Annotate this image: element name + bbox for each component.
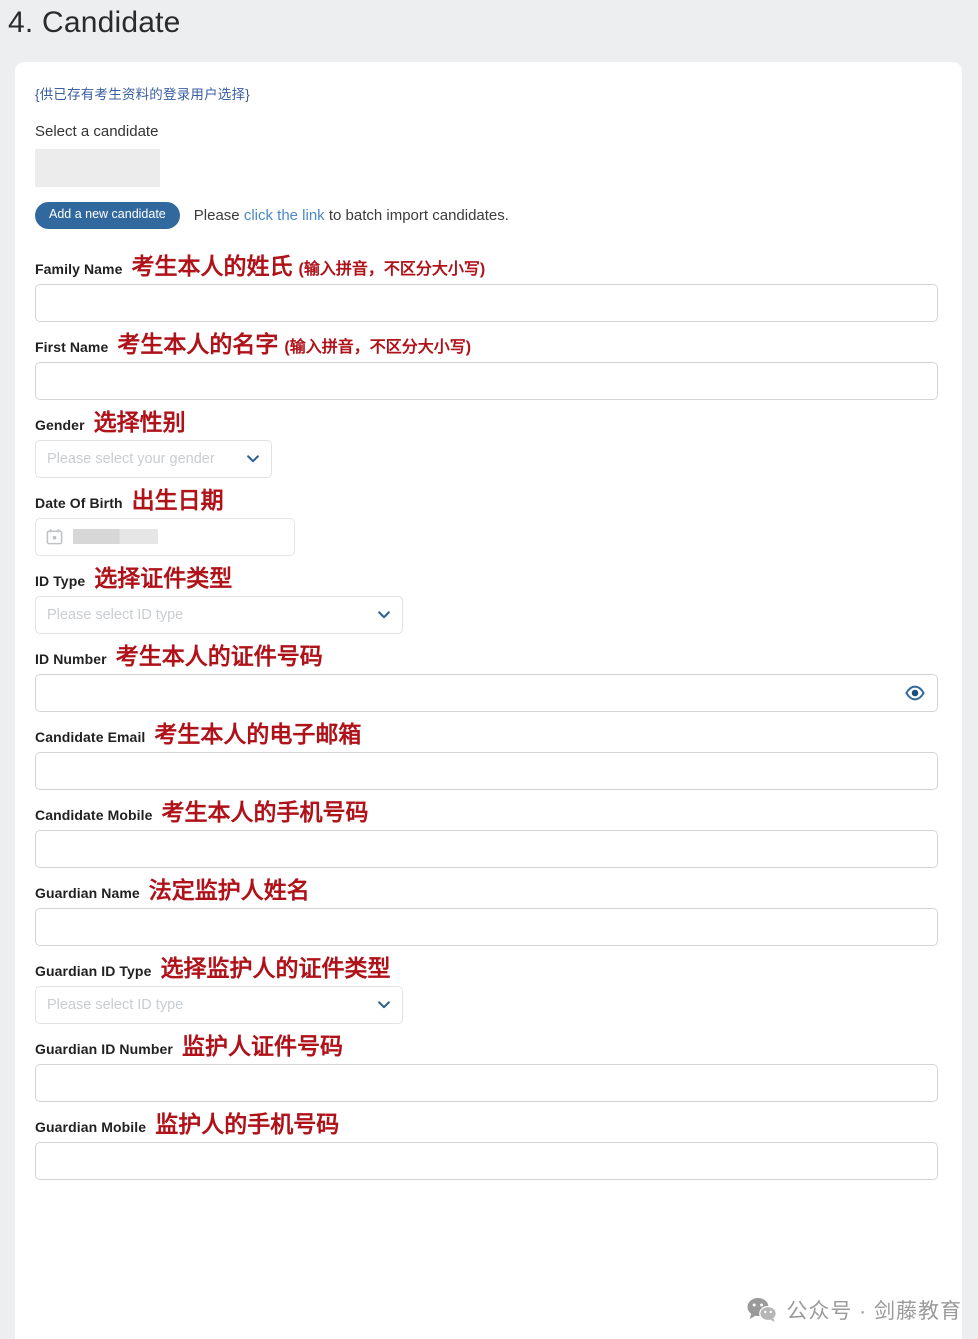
input-guardian-id-number[interactable] <box>35 1063 938 1102</box>
select-guardian-id-type[interactable]: Please select ID type <box>35 985 403 1024</box>
field-id-type: ID Type 选择证件类型 Please select ID type <box>35 564 942 634</box>
candidate-actions: Add a new candidate Please click the lin… <box>35 201 942 229</box>
label-row-guardian-id-type: Guardian ID Type 选择监护人的证件类型 <box>35 954 942 981</box>
annotation-family-name: 考生本人的姓氏 <box>131 252 293 279</box>
field-guardian-name: Guardian Name 法定监护人姓名 <box>35 876 942 946</box>
label-id-number: ID Number <box>35 650 107 667</box>
label-row-gender: Gender 选择性别 <box>35 408 942 435</box>
toggle-id-visibility-icon[interactable] <box>905 683 925 703</box>
label-first-name: First Name <box>35 338 109 355</box>
label-gender: Gender <box>35 416 85 433</box>
field-guardian-mobile: Guardian Mobile 监护人的手机号码 <box>35 1110 942 1180</box>
annotation-date-of-birth: 出生日期 <box>131 486 224 513</box>
hint-prefix: Please <box>193 206 244 224</box>
annotation-first-name: 考生本人的名字 <box>117 330 279 357</box>
field-first-name: First Name 考生本人的名字 (输入拼音，不区分大小写) <box>35 330 942 400</box>
add-new-candidate-button[interactable]: Add a new candidate <box>35 201 180 229</box>
input-first-name[interactable] <box>35 361 938 400</box>
label-row-family-name: Family Name 考生本人的姓氏 (输入拼音，不区分大小写) <box>35 252 942 279</box>
annotation-guardian-id-type: 选择监护人的证件类型 <box>160 954 391 981</box>
annotation-guardian-id-number: 监护人证件号码 <box>181 1032 343 1059</box>
field-candidate-mobile: Candidate Mobile 考生本人的手机号码 <box>35 798 942 868</box>
field-guardian-id-number: Guardian ID Number 监护人证件号码 <box>35 1032 942 1102</box>
date-input-date-of-birth[interactable] <box>35 517 295 556</box>
label-guardian-id-number: Guardian ID Number <box>35 1040 173 1057</box>
annotation-note-family-name: (输入拼音，不区分大小写) <box>298 260 486 278</box>
label-candidate-mobile: Candidate Mobile <box>35 806 153 823</box>
label-row-id-number: ID Number 考生本人的证件号码 <box>35 642 942 669</box>
annotation-id-number: 考生本人的证件号码 <box>115 642 323 669</box>
select-id-type[interactable]: Please select ID type <box>35 595 403 634</box>
field-guardian-id-type: Guardian ID Type 选择监护人的证件类型 Please select … <box>35 954 942 1024</box>
label-row-date-of-birth: Date Of Birth 出生日期 <box>35 486 942 513</box>
input-family-name[interactable] <box>35 283 938 322</box>
label-guardian-id-type: Guardian ID Type <box>35 962 152 979</box>
input-guardian-mobile[interactable] <box>35 1141 938 1180</box>
field-candidate-email: Candidate Email 考生本人的电子邮箱 <box>35 720 942 790</box>
label-guardian-name: Guardian Name <box>35 884 140 901</box>
candidate-select[interactable] <box>35 148 160 187</box>
label-family-name: Family Name <box>35 260 123 277</box>
field-family-name: Family Name 考生本人的姓氏 (输入拼音，不区分大小写) <box>35 252 942 322</box>
form-fields: Family Name 考生本人的姓氏 (输入拼音，不区分大小写) First Nam… <box>35 252 942 1180</box>
label-row-guardian-mobile: Guardian Mobile 监护人的手机号码 <box>35 1110 942 1137</box>
chinese-note: {供已存有考生资料的登录用户选择} <box>35 87 250 102</box>
batch-import-link[interactable]: click the link <box>244 207 325 224</box>
card-content: {供已存有考生资料的登录用户选择} Select a candidate Add… <box>15 62 962 1180</box>
label-candidate-email: Candidate Email <box>35 728 146 745</box>
date-value-redacted <box>73 529 158 545</box>
calendar-icon <box>46 529 63 545</box>
placeholder-gender: Please select your gender <box>47 450 215 467</box>
field-date-of-birth: Date Of Birth 出生日期 <box>35 486 942 556</box>
annotation-guardian-mobile: 监护人的手机号码 <box>155 1110 340 1137</box>
select-candidate-label: Select a candidate <box>35 122 159 140</box>
candidate-card: {供已存有考生资料的登录用户选择} Select a candidate Add… <box>15 62 962 1339</box>
label-row-candidate-mobile: Candidate Mobile 考生本人的手机号码 <box>35 798 942 825</box>
field-gender: Gender 选择性别 Please select your gender <box>35 408 942 478</box>
annotation-guardian-name: 法定监护人姓名 <box>148 876 310 903</box>
chevron-down-icon <box>247 454 259 462</box>
batch-import-hint: Please click the link to batch import ca… <box>194 207 509 224</box>
candidate-form-page: 4. Candidate {供已存有考生资料的登录用户选择} Select a … <box>0 0 978 1339</box>
label-row-candidate-email: Candidate Email 考生本人的电子邮箱 <box>35 720 942 747</box>
input-candidate-email[interactable] <box>35 751 938 790</box>
hint-suffix: to batch import candidates. <box>324 206 509 224</box>
annotation-candidate-email: 考生本人的电子邮箱 <box>154 720 362 747</box>
annotation-note-first-name: (输入拼音，不区分大小写) <box>284 338 472 356</box>
chevron-down-icon <box>378 1000 390 1008</box>
annotation-candidate-mobile: 考生本人的手机号码 <box>161 798 369 825</box>
label-row-first-name: First Name 考生本人的名字 (输入拼音，不区分大小写) <box>35 330 942 357</box>
label-id-type: ID Type <box>35 572 86 589</box>
field-id-number: ID Number 考生本人的证件号码 <box>35 642 942 712</box>
annotation-id-type: 选择证件类型 <box>94 564 233 591</box>
input-guardian-name[interactable] <box>35 907 938 946</box>
label-date-of-birth: Date Of Birth <box>35 494 123 511</box>
annotation-gender: 选择性别 <box>93 408 186 435</box>
input-id-number[interactable] <box>35 673 938 712</box>
placeholder-guardian-id-type: Please select ID type <box>47 996 184 1013</box>
label-row-guardian-name: Guardian Name 法定监护人姓名 <box>35 876 942 903</box>
label-row-guardian-id-number: Guardian ID Number 监护人证件号码 <box>35 1032 942 1059</box>
label-row-id-type: ID Type 选择证件类型 <box>35 564 942 591</box>
input-candidate-mobile[interactable] <box>35 829 938 868</box>
label-guardian-mobile: Guardian Mobile <box>35 1118 147 1135</box>
chevron-down-icon <box>378 610 390 618</box>
select-gender[interactable]: Please select your gender <box>35 439 272 478</box>
placeholder-id-type: Please select ID type <box>47 606 184 623</box>
page-title: 4. Candidate <box>8 6 181 39</box>
